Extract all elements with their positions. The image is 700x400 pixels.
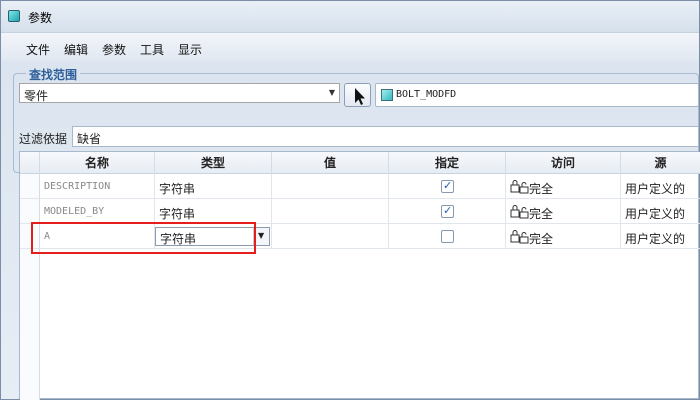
cell-value[interactable] — [272, 224, 389, 249]
cell-name[interactable]: DESCRIPTION — [40, 174, 155, 199]
lock-icon — [510, 180, 529, 194]
menu-display[interactable]: 显示 — [178, 41, 202, 58]
param-name: MODELED_BY — [44, 206, 105, 217]
select-model-button[interactable] — [344, 83, 371, 107]
cell-type[interactable]: 字符串 — [155, 199, 272, 224]
designated-checkbox[interactable]: ✓ — [441, 204, 454, 218]
header-access[interactable]: 访问 — [506, 152, 621, 174]
filter-label: 过滤依据 — [19, 132, 68, 146]
cell-type[interactable]: 字符串 — [155, 174, 272, 199]
cell-type: 字符串 ▼ — [155, 224, 272, 249]
search-scope-label: 查找范围 — [26, 66, 81, 83]
parameters-table: 名称 类型 值 指定 访问 源 DESCRIPTION 字符串 ✓ 完全 用户定… — [19, 151, 700, 400]
table-row[interactable]: A 字符串 ▼ ✓ 完全 — [20, 224, 700, 249]
scope-select[interactable]: 零件 ▼ — [19, 83, 340, 103]
header-name[interactable]: 名称 — [40, 152, 155, 174]
lock-icon — [510, 230, 529, 244]
content-area: 查找范围 零件 ▼ BOLT_MODFD 过滤依据 缺省 名称 类型 值 指定 — [1, 61, 700, 400]
table-header: 名称 类型 值 指定 访问 源 — [20, 152, 700, 174]
scope-select-value: 零件 — [24, 89, 49, 103]
cell-value[interactable] — [272, 199, 389, 224]
designated-checkbox[interactable]: ✓ — [441, 230, 454, 243]
window-title: 参数 — [28, 11, 53, 25]
header-designated[interactable]: 指定 — [389, 152, 506, 174]
menu-parameters[interactable]: 参数 — [102, 41, 126, 58]
param-source: 用户定义的 — [625, 182, 686, 196]
param-type: 字符串 — [159, 207, 196, 221]
cell-name[interactable]: A — [40, 224, 155, 249]
checkmark-icon: ✓ — [443, 179, 453, 192]
header-type[interactable]: 类型 — [155, 152, 272, 174]
designated-checkbox[interactable]: ✓ — [441, 179, 454, 193]
cell-source: 用户定义的 — [621, 174, 700, 199]
table-row[interactable]: MODELED_BY 字符串 ✓ 完全 用户定义的 — [20, 199, 700, 224]
type-dropdown-value: 字符串 — [160, 232, 197, 246]
chevron-down-icon: ▼ — [258, 231, 265, 240]
cursor-arrow-icon — [355, 88, 365, 105]
table-row[interactable]: DESCRIPTION 字符串 ✓ 完全 用户定义的 — [20, 174, 700, 199]
model-name-field: BOLT_MODFD — [375, 83, 699, 107]
filter-value: 缺省 — [77, 132, 102, 146]
cell-name[interactable]: MODELED_BY — [40, 199, 155, 224]
cell-access[interactable]: 完全 — [506, 199, 621, 224]
title-bar: 参数 — [1, 1, 699, 33]
param-name: DESCRIPTION — [44, 181, 111, 192]
model-part-icon — [381, 89, 393, 101]
type-dropdown-button[interactable]: ▼ — [253, 228, 269, 245]
param-name: A — [44, 231, 51, 242]
parameters-window: 参数 文件 编辑 参数 工具 显示 查找范围 零件 ▼ BOLT_MODFD 过… — [0, 0, 700, 400]
cell-source: 用户定义的 — [621, 224, 700, 249]
header-value[interactable]: 值 — [272, 152, 389, 174]
model-name-text: BOLT_MODFD — [396, 89, 457, 100]
header-source[interactable]: 源 — [621, 152, 700, 174]
access-text: 完全 — [529, 207, 554, 221]
menu-edit[interactable]: 编辑 — [64, 41, 88, 58]
app-icon — [8, 10, 20, 22]
access-text: 完全 — [529, 182, 554, 196]
cell-value[interactable] — [272, 174, 389, 199]
cell-source: 用户定义的 — [621, 199, 700, 224]
filter-field[interactable]: 缺省 — [72, 126, 699, 147]
cell-access[interactable]: 完全 — [506, 224, 621, 249]
param-type: 字符串 — [159, 182, 196, 196]
type-dropdown[interactable]: 字符串 ▼ — [155, 227, 270, 246]
menu-file[interactable]: 文件 — [26, 41, 50, 58]
cell-designated: ✓ — [389, 174, 506, 199]
menu-bar: 文件 编辑 参数 工具 显示 — [1, 33, 699, 61]
lock-icon — [510, 205, 529, 219]
cell-designated: ✓ — [389, 224, 506, 249]
param-source: 用户定义的 — [625, 232, 686, 246]
menu-tools[interactable]: 工具 — [140, 41, 164, 58]
chevron-down-icon: ▼ — [328, 88, 335, 97]
header-gutter — [20, 152, 40, 174]
param-source: 用户定义的 — [625, 207, 686, 221]
access-text: 完全 — [529, 232, 554, 246]
checkmark-icon: ✓ — [443, 204, 453, 217]
cell-designated: ✓ — [389, 199, 506, 224]
cell-access[interactable]: 完全 — [506, 174, 621, 199]
